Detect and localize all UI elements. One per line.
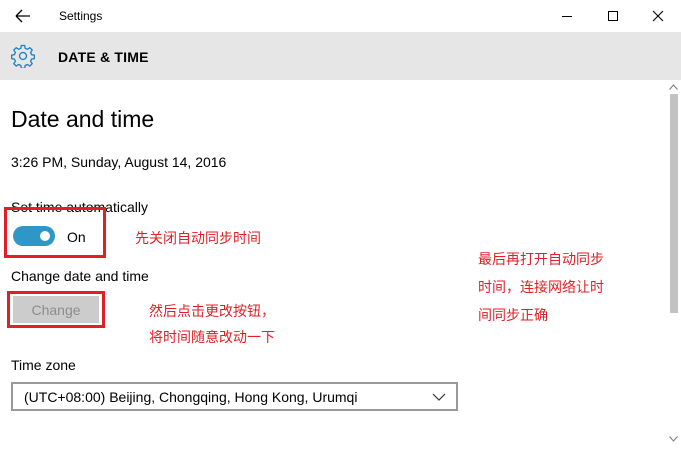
time-zone-dropdown[interactable]: (UTC+08:00) Beijing, Chongqing, Hong Kon…: [11, 382, 458, 411]
highlight-box-change: [7, 291, 105, 328]
time-zone-value: (UTC+08:00) Beijing, Chongqing, Hong Kon…: [24, 389, 358, 405]
maximize-icon: [608, 11, 618, 21]
annotation-note-3-line-2: 时间，连接网络让时: [478, 279, 604, 295]
change-date-time-label: Change date and time: [11, 268, 149, 284]
minimize-button[interactable]: [544, 0, 590, 32]
highlight-box-toggle: [4, 207, 106, 258]
chevron-down-icon: [432, 393, 446, 401]
page-title: Date and time: [11, 106, 155, 132]
close-icon: [652, 10, 664, 22]
page-header: DATE & TIME: [0, 32, 681, 80]
annotation-note-2-line-2: 将时间随意改动一下: [149, 329, 275, 345]
scrollbar-thumb[interactable]: [670, 94, 678, 313]
annotation-note-1: 先关闭自动同步时间: [135, 230, 261, 246]
title-bar: Settings: [0, 0, 681, 32]
section-title: DATE & TIME: [58, 49, 149, 65]
vertical-scrollbar[interactable]: [666, 80, 681, 449]
arrow-left-icon[interactable]: [13, 6, 35, 26]
time-zone-label: Time zone: [11, 357, 76, 373]
maximize-button[interactable]: [590, 0, 636, 32]
annotation-note-2: 然后点击更改按钮， 将时间随意改动一下: [149, 298, 275, 350]
scroll-down-icon[interactable]: [669, 436, 678, 442]
annotation-note-3-line-3: 间同步正确: [478, 307, 548, 323]
annotation-note-3-line-1: 最后再打开自动同步: [478, 251, 604, 267]
annotation-note-3: 最后再打开自动同步 时间，连接网络让时 间同步正确: [478, 245, 604, 329]
current-datetime: 3:26 PM, Sunday, August 14, 2016: [11, 154, 227, 170]
annotation-note-2-line-1: 然后点击更改按钮，: [149, 303, 275, 319]
scroll-up-icon[interactable]: [669, 84, 678, 90]
close-button[interactable]: [635, 0, 681, 32]
minimize-icon: [562, 16, 572, 17]
gear-icon: [11, 44, 35, 68]
window-title: Settings: [59, 9, 103, 23]
